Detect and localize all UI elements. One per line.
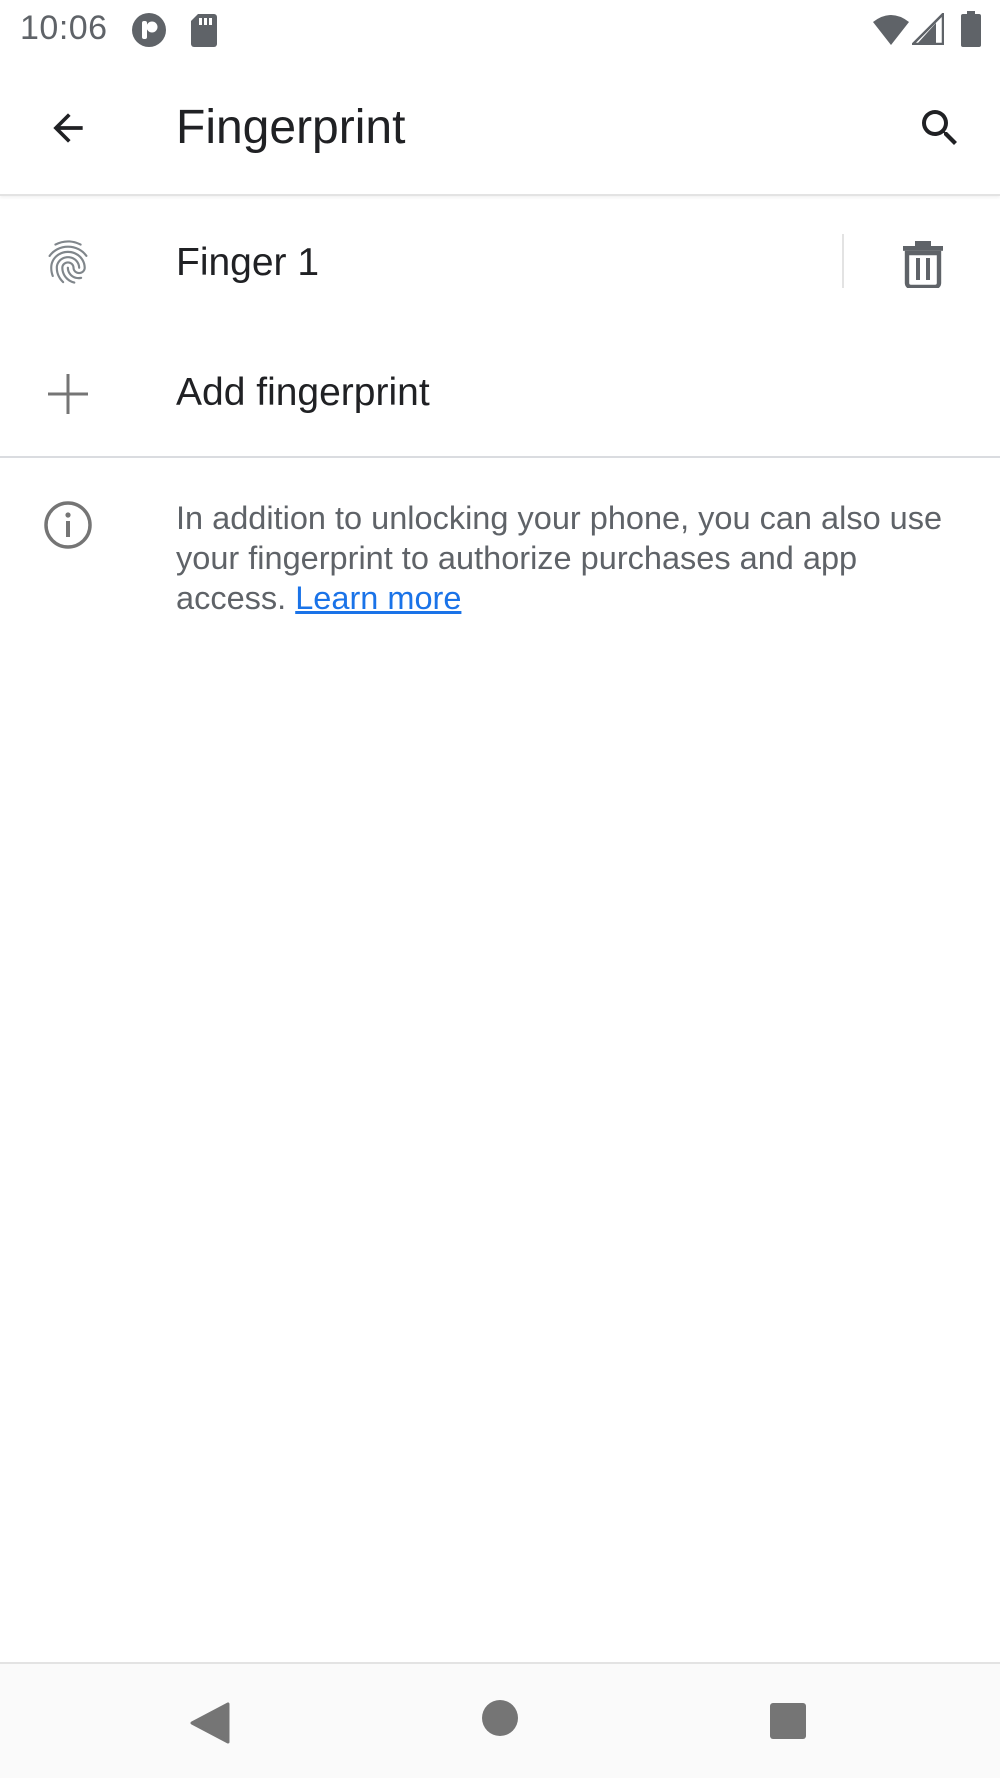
info-icon bbox=[44, 501, 92, 549]
nav-back-icon[interactable] bbox=[186, 1698, 236, 1748]
navigation-bar bbox=[0, 1662, 1000, 1778]
battery-icon bbox=[961, 11, 981, 47]
delete-icon bbox=[903, 241, 943, 288]
fingerprint-icon bbox=[48, 240, 88, 284]
learn-more-link[interactable]: Learn more bbox=[295, 580, 461, 616]
fingerprint-item[interactable]: Finger 1 bbox=[0, 196, 1000, 328]
nav-recents-icon[interactable] bbox=[769, 1702, 807, 1740]
nav-home-icon[interactable] bbox=[480, 1698, 520, 1738]
app-notification-icon bbox=[132, 13, 166, 47]
sd-card-icon bbox=[191, 14, 217, 47]
info-text: In addition to unlocking your phone, you… bbox=[176, 498, 976, 618]
delete-fingerprint-button[interactable] bbox=[890, 234, 956, 294]
page-title: Fingerprint bbox=[176, 101, 406, 154]
info-description: In addition to unlocking your phone, you… bbox=[176, 500, 943, 616]
add-fingerprint-label: Add fingerprint bbox=[176, 371, 430, 414]
status-time: 10:06 bbox=[20, 9, 108, 47]
section-divider bbox=[0, 456, 1000, 458]
search-icon bbox=[922, 110, 957, 145]
status-bar: 10:06 bbox=[0, 0, 1000, 60]
arrow-back-icon bbox=[53, 113, 83, 143]
plus-icon bbox=[48, 374, 88, 414]
info-footer: In addition to unlocking your phone, you… bbox=[0, 490, 1000, 630]
app-bar: Fingerprint bbox=[0, 60, 1000, 196]
search-button[interactable] bbox=[912, 100, 968, 156]
vertical-divider bbox=[842, 234, 844, 288]
wifi-icon bbox=[873, 15, 909, 45]
cell-signal-icon bbox=[912, 13, 944, 45]
back-button[interactable] bbox=[40, 100, 96, 156]
fingerprint-label: Finger 1 bbox=[176, 241, 320, 284]
add-fingerprint-item[interactable]: Add fingerprint bbox=[0, 328, 1000, 458]
fingerprint-settings-screen: 10:06 Fingerprint Finger 1 Add fingerpri… bbox=[0, 0, 1000, 1778]
